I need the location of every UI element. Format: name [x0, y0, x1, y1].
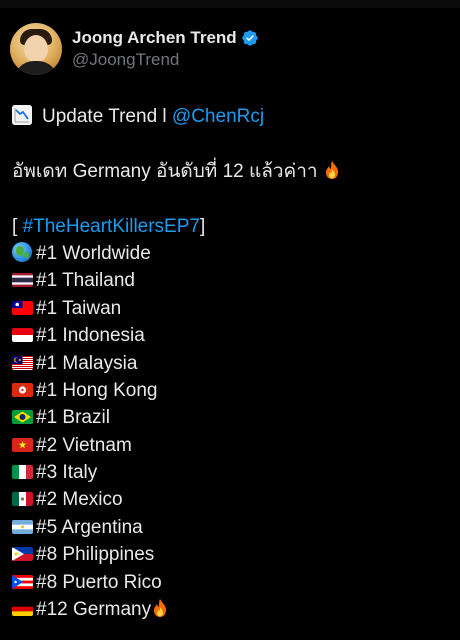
- flag-brazil-icon: [12, 410, 33, 425]
- flag-philippines-icon: [12, 547, 33, 562]
- bracket-open: [: [12, 215, 23, 237]
- ranking-row: #1 Taiwan: [12, 295, 452, 322]
- flag-indonesia-icon: [12, 328, 33, 343]
- verified-badge-icon[interactable]: [241, 29, 259, 47]
- ranking-text: #1 Hong Kong: [36, 379, 158, 401]
- ranking-text: #1 Brazil: [36, 407, 110, 429]
- tweet-text: Update Trend l @ChenRcj อัพเดท Germany อ…: [12, 103, 452, 623]
- avatar-face: [24, 35, 48, 63]
- globe-icon: [12, 241, 32, 262]
- author-names: Joong Archen Trend @JoongTrend: [72, 27, 259, 71]
- mention-link[interactable]: @ChenRcj: [172, 106, 264, 127]
- flag-mexico-icon: [12, 492, 33, 507]
- tweet-header: Joong Archen Trend @JoongTrend: [10, 22, 259, 76]
- ranking-row: #3 Italy: [12, 459, 452, 486]
- ranking-row: #8 Puerto Rico: [12, 569, 452, 596]
- handle[interactable]: @JoongTrend: [72, 49, 259, 71]
- avatar[interactable]: [10, 23, 62, 75]
- ranking-text: #1 Malaysia: [36, 352, 138, 374]
- flag-malaysia-icon: [12, 355, 33, 370]
- thai-update-text: อัพเดท Germany อันดับที่ 12 แล้วค่าา: [12, 160, 323, 182]
- ranking-row: #1 Hong Kong: [12, 377, 452, 404]
- display-name[interactable]: Joong Archen Trend: [72, 27, 237, 49]
- ranking-text: #2 Vietnam: [36, 434, 132, 456]
- ranking-row: #1 Brazil: [12, 404, 452, 431]
- display-name-row: Joong Archen Trend: [72, 27, 259, 49]
- fire-icon: [325, 160, 338, 179]
- flag-puerto-rico-icon: [12, 574, 33, 589]
- ranking-row: #5 Argentina: [12, 514, 452, 541]
- fire-icon: [154, 599, 167, 618]
- ranking-row: #8 Philippines: [12, 541, 452, 568]
- top-edge: [0, 0, 460, 8]
- ranking-text: #12 Germany: [36, 599, 152, 621]
- ranking-row: #1 Malaysia: [12, 350, 452, 377]
- update-line: Update Trend l @ChenRcj: [12, 103, 452, 130]
- avatar-shirt: [14, 61, 58, 75]
- ranking-row: #1 Thailand: [12, 267, 452, 294]
- ranking-text: #3 Italy: [36, 462, 98, 484]
- thai-update-line: อัพเดท Germany อันดับที่ 12 แล้วค่าา: [12, 158, 452, 185]
- ranking-text: #5 Argentina: [36, 516, 143, 538]
- flag-germany-icon: [12, 602, 33, 617]
- ranking-text: #1 Worldwide: [36, 242, 151, 264]
- ranking-text: #8 Philippines: [36, 544, 155, 566]
- update-label: Update Trend l: [42, 106, 172, 127]
- chart-decreasing-icon: [12, 105, 32, 125]
- ranking-text: #1 Thailand: [36, 270, 135, 292]
- flag-taiwan-icon: [12, 300, 33, 315]
- ranking-row: #1 Worldwide: [12, 240, 452, 267]
- flag-hong-kong-icon: [12, 382, 33, 397]
- flag-italy-icon: [12, 465, 33, 480]
- flag-thailand-icon: [12, 273, 33, 288]
- ranking-row: #12 Germany: [12, 596, 452, 623]
- hashtag-line: [ #TheHeartKillersEP7]: [12, 213, 452, 240]
- ranking-text: #1 Indonesia: [36, 325, 145, 347]
- flag-vietnam-icon: [12, 437, 33, 452]
- bracket-close: ]: [199, 215, 206, 237]
- hashtag-link[interactable]: #TheHeartKillersEP7: [23, 216, 200, 237]
- ranking-row: #2 Vietnam: [12, 432, 452, 459]
- ranking-row: #2 Mexico: [12, 486, 452, 513]
- ranking-row: #1 Indonesia: [12, 322, 452, 349]
- ranking-text: #1 Taiwan: [36, 297, 122, 319]
- ranking-text: #2 Mexico: [36, 489, 123, 511]
- flag-argentina-icon: [12, 519, 33, 534]
- ranking-text: #8 Puerto Rico: [36, 571, 162, 593]
